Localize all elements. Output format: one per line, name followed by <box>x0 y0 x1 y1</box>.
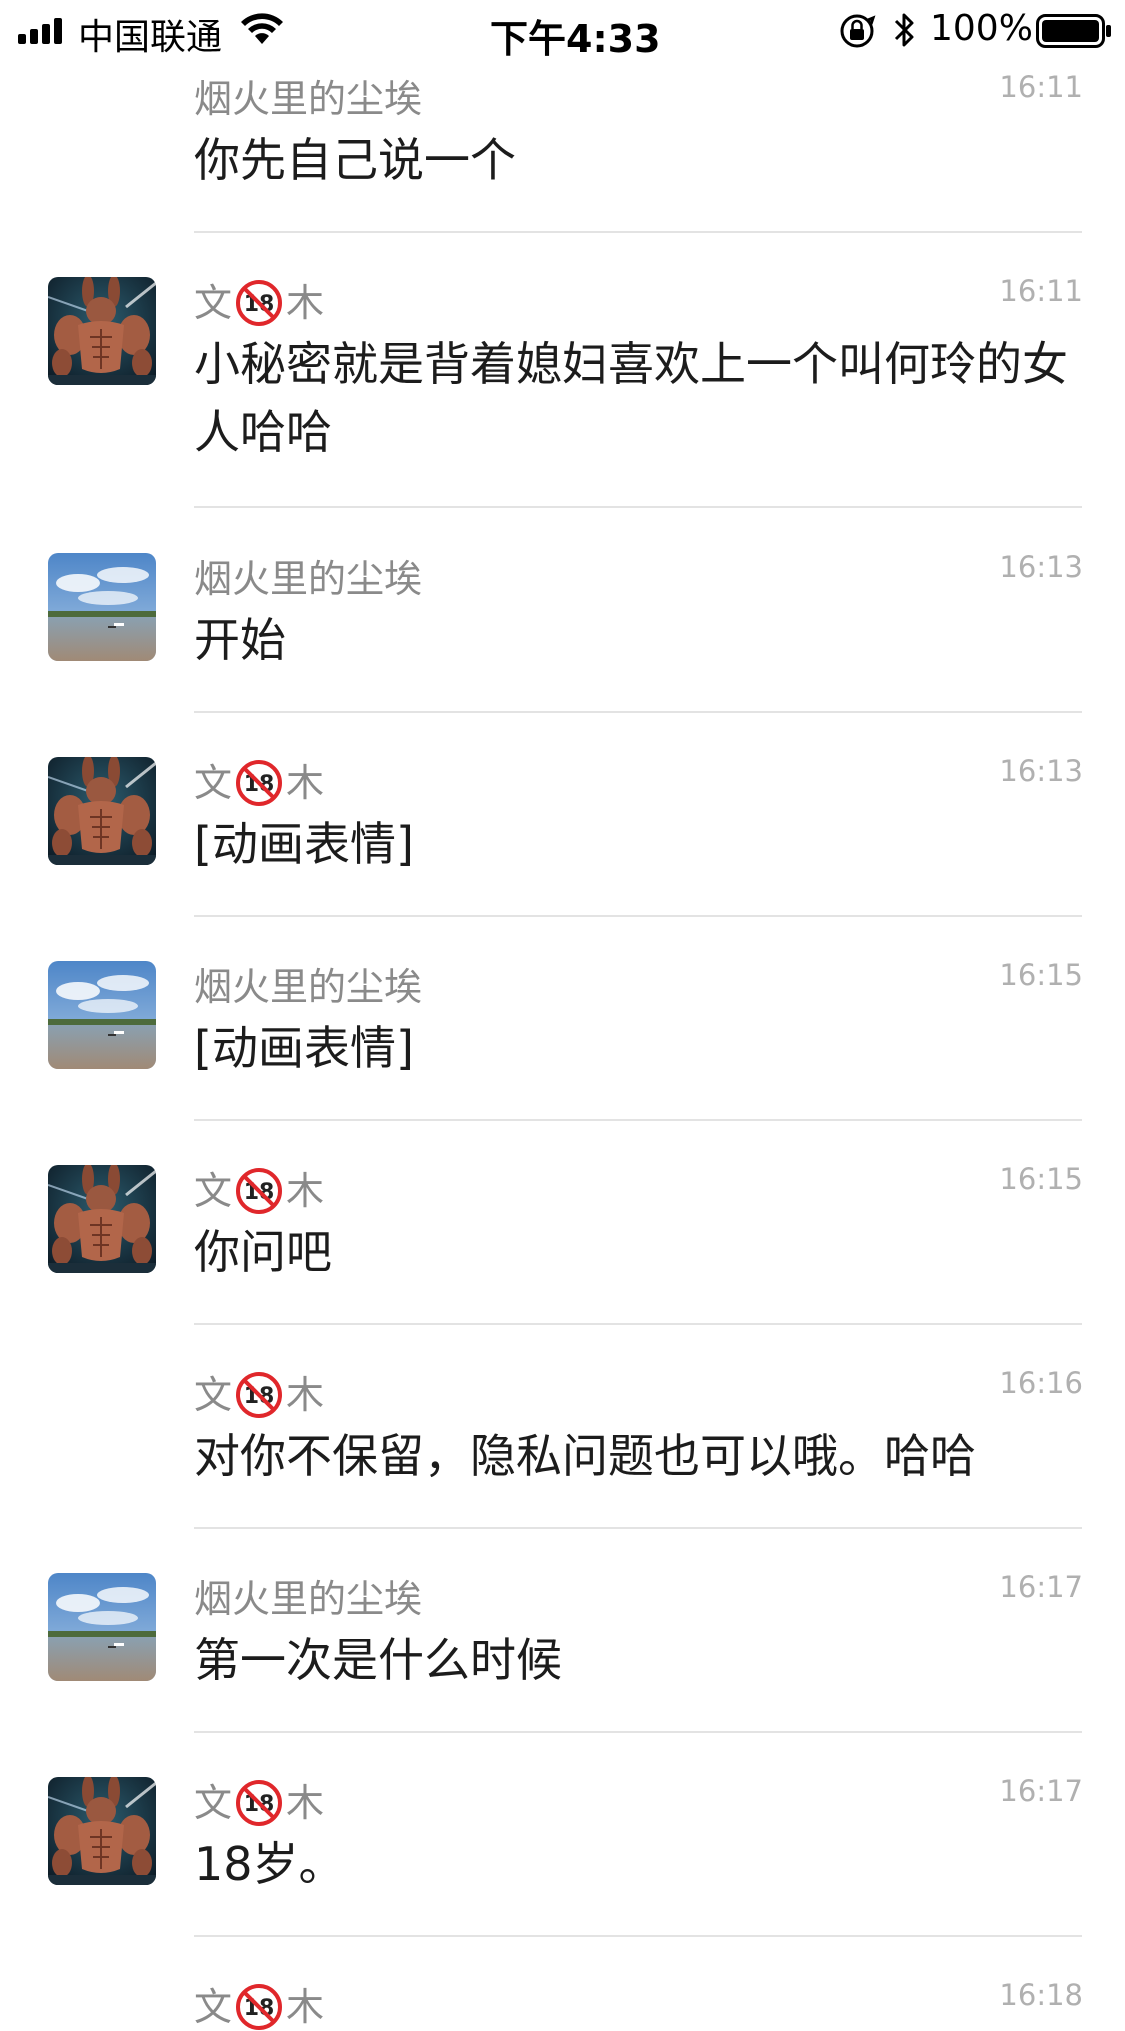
sender-name: 烟火里的尘埃 <box>194 1577 423 1621</box>
wifi-icon <box>241 13 283 44</box>
message-text[interactable]: [动画表情] <box>194 1014 1084 1082</box>
message-text: 第一次是什么时候 <box>194 1633 562 1687</box>
status-bar: 中国联通 下午4:33 100% <box>0 0 1125 62</box>
divider <box>194 1935 1082 1937</box>
message-time: 16:13 <box>999 754 1083 788</box>
divider <box>194 231 1082 233</box>
message-text: 小秘密就是背着媳妇喜欢上一个叫何玲的女人哈哈 <box>194 337 1068 459</box>
carrier-name: 中国联通 <box>78 17 223 58</box>
avatar[interactable] <box>48 1573 156 1681</box>
message-time: 16:11 <box>999 70 1083 104</box>
sender-name: 文木 <box>194 272 324 327</box>
no-under-18-icon <box>236 280 282 326</box>
divider <box>194 1323 1082 1325</box>
sender-name-suffix: 木 <box>286 761 325 805</box>
avatar[interactable] <box>48 277 156 385</box>
sender-name-prefix: 文 <box>194 761 233 805</box>
sender-name-suffix: 木 <box>286 1169 325 1213</box>
message-time: 16:13 <box>999 550 1083 584</box>
message-time: 16:18 <box>999 1978 1083 2012</box>
cellular-signal-icon <box>18 18 68 44</box>
message-time: 16:15 <box>999 958 1083 992</box>
message-text: 你先自己说一个 <box>194 133 516 187</box>
sender-name: 文木 <box>194 1772 324 1827</box>
avatar[interactable] <box>48 553 156 661</box>
avatar[interactable] <box>48 961 156 1069</box>
avatar[interactable] <box>48 1777 156 1885</box>
sender-name-suffix: 木 <box>286 1781 325 1825</box>
no-under-18-icon <box>236 1984 282 2030</box>
no-under-18-icon <box>236 760 282 806</box>
sender-name-prefix: 文 <box>194 1373 233 1417</box>
sender-name: 文木 <box>194 1364 324 1419</box>
message-text: 开始 <box>194 613 286 667</box>
message-text: 18岁。 <box>194 1837 345 1891</box>
status-time: 下午4:33 <box>490 17 661 61</box>
divider <box>194 711 1082 713</box>
sender-name: 文木 <box>194 1976 324 2031</box>
battery-percentage: 100% <box>930 8 1033 49</box>
battery-icon <box>1036 14 1111 48</box>
bluetooth-icon <box>894 13 914 47</box>
divider <box>194 915 1082 917</box>
sender-name-prefix: 文 <box>194 1985 233 2029</box>
divider <box>194 1119 1082 1121</box>
sender-name-suffix: 木 <box>286 1373 325 1417</box>
sender-name-prefix: 文 <box>194 1781 233 1825</box>
message-text: 你问吧 <box>194 1225 332 1279</box>
sender-name-prefix: 文 <box>194 1169 233 1213</box>
message-text: 对你不保留，隐私问题也可以哦。哈哈 <box>194 1429 976 1483</box>
divider <box>194 506 1082 508</box>
message-time: 16:17 <box>999 1570 1083 1604</box>
sender-name-prefix: 文 <box>194 281 233 325</box>
sender-name: 烟火里的尘埃 <box>194 965 423 1009</box>
sender-name: 烟火里的尘埃 <box>194 557 423 601</box>
divider <box>194 1527 1082 1529</box>
sender-name-suffix: 木 <box>286 281 325 325</box>
message-time: 16:15 <box>999 1162 1083 1196</box>
avatar[interactable] <box>48 757 156 865</box>
message-text[interactable]: [动画表情] <box>194 810 1084 878</box>
message-time: 16:17 <box>999 1774 1083 1808</box>
message-time: 16:16 <box>999 1366 1083 1400</box>
no-under-18-icon <box>236 1372 282 1418</box>
divider <box>194 1731 1082 1733</box>
no-under-18-icon <box>236 1168 282 1214</box>
sender-name-suffix: 木 <box>286 1985 325 2029</box>
sender-name: 文木 <box>194 752 324 807</box>
avatar[interactable] <box>48 1165 156 1273</box>
sender-name: 文木 <box>194 1160 324 1215</box>
orientation-lock-icon <box>840 14 876 48</box>
sender-name: 烟火里的尘埃 <box>194 77 423 121</box>
message-time: 16:11 <box>999 274 1083 308</box>
no-under-18-icon <box>236 1780 282 1826</box>
